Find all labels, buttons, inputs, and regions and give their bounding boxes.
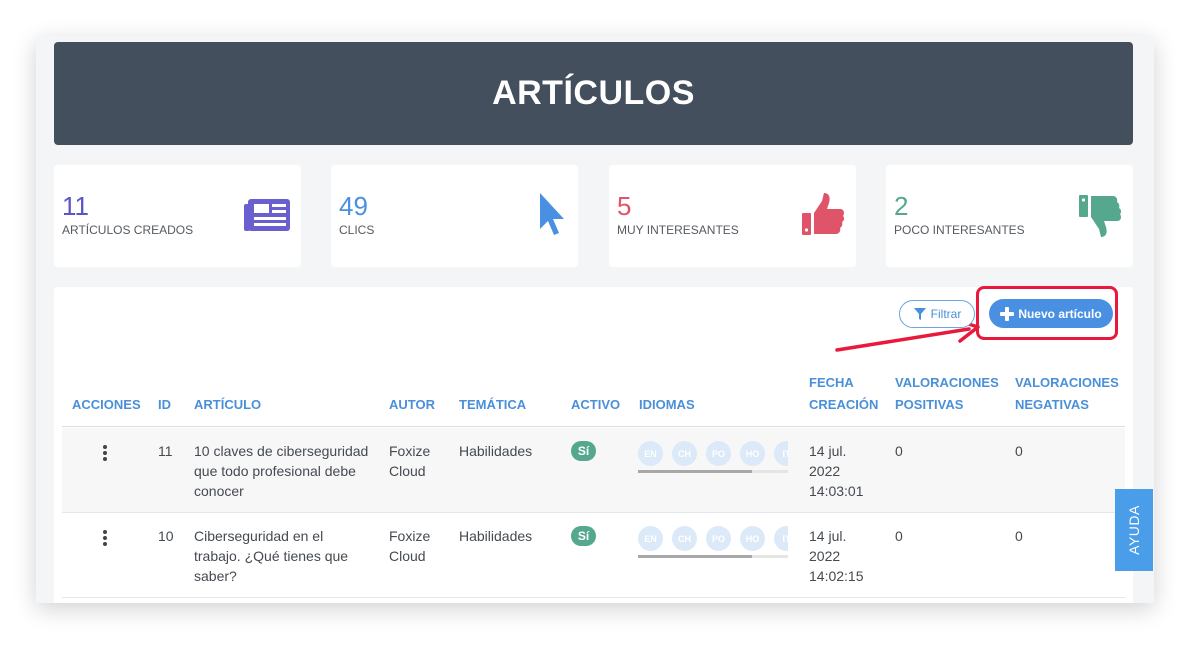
active-badge: Sí	[571, 526, 596, 546]
cell-date: 14 jul. 2022 14:02:15	[809, 526, 864, 586]
lang-badge[interactable]: CH	[672, 526, 697, 551]
stat-card-articles: 11 ARTÍCULOS CREADOS	[54, 165, 301, 267]
page-title: ARTÍCULOS	[492, 74, 695, 112]
stat-value: 49	[339, 191, 368, 221]
col-valoraciones-negativas[interactable]: VALORACIONES NEGATIVAS	[1015, 372, 1119, 416]
new-article-button-label: Nuevo artículo	[1018, 306, 1102, 321]
cell-author: Foxize Cloud	[389, 443, 431, 479]
lang-badge[interactable]: EN	[638, 526, 663, 551]
stat-card-clicks: 49 CLICS	[331, 165, 578, 267]
row-actions-menu-icon[interactable]	[103, 445, 107, 463]
filter-icon	[913, 308, 926, 320]
col-activo[interactable]: ACTIVO	[571, 394, 620, 416]
col-vpos-line1: VALORACIONES	[895, 375, 999, 390]
cursor-icon	[540, 193, 564, 235]
articles-panel: Filtrar Nuevo artículo ACCIONES ID ARTÍC…	[54, 286, 1133, 603]
table-header: ACCIONES ID ARTÍCULO AUTOR TEMÁTICA ACTI…	[62, 367, 1125, 427]
lang-badge[interactable]: HO	[740, 526, 765, 551]
app-frame: ARTÍCULOS 11 ARTÍCULOS CREADOS 49 CLICS …	[36, 36, 1154, 603]
lang-badge[interactable]: CH	[672, 441, 697, 466]
lang-badge[interactable]: PO	[706, 526, 731, 551]
col-idiomas[interactable]: IDIOMAS	[639, 394, 695, 416]
plus-icon	[1000, 306, 1015, 321]
cell-date-line3: 14:02:15	[809, 568, 864, 584]
cell-positive: 0	[895, 528, 903, 544]
col-fecha-line2: CREACIÓN	[809, 397, 879, 412]
thumbs-up-icon	[802, 193, 845, 235]
cell-title[interactable]: Ciberseguridad en el trabajo. ¿Qué tiene…	[194, 526, 372, 586]
cell-date-line1: 14 jul.	[809, 528, 847, 544]
page-header: ARTÍCULOS	[54, 42, 1133, 145]
lang-badge[interactable]: EN	[638, 441, 663, 466]
lang-badge[interactable]: IT	[774, 441, 788, 466]
help-tab[interactable]: AYUDA	[1115, 489, 1153, 571]
languages-list[interactable]: EN CH PO HO IT	[638, 441, 788, 475]
table-row: 10 Ciberseguridad en el trabajo. ¿Qué ti…	[62, 513, 1125, 598]
stat-card-little-interesting: 2 POCO INTERESANTES	[886, 165, 1133, 267]
col-fecha-line1: FECHA	[809, 375, 854, 390]
lang-scrollbar-thumb[interactable]	[638, 470, 752, 473]
table-row: 11 10 claves de ciberseguridad que todo …	[62, 428, 1125, 513]
col-acciones[interactable]: ACCIONES	[72, 394, 141, 416]
cell-date-line3: 14:03:01	[809, 483, 864, 499]
stat-value: 11	[62, 191, 89, 221]
cell-negative: 0	[1015, 443, 1023, 459]
newspaper-icon	[244, 199, 290, 231]
languages-list[interactable]: EN CH PO HO IT	[638, 526, 788, 560]
col-vneg-line2: NEGATIVAS	[1015, 397, 1089, 412]
cell-title[interactable]: 10 claves de ciberseguridad que todo pro…	[194, 441, 372, 501]
stat-label: CLICS	[339, 223, 375, 237]
cell-positive: 0	[895, 443, 903, 459]
cell-topic: Habilidades	[459, 443, 533, 459]
active-badge: Sí	[571, 441, 596, 461]
cell-date-line2: 2022	[809, 548, 841, 564]
cell-id: 10	[158, 528, 174, 544]
col-articulo[interactable]: ARTÍCULO	[194, 394, 261, 416]
col-fecha-creacion[interactable]: FECHA CREACIÓN	[809, 372, 878, 416]
filter-button-label: Filtrar	[930, 307, 962, 321]
filter-button[interactable]: Filtrar	[899, 300, 975, 328]
lang-badge[interactable]: HO	[740, 441, 765, 466]
new-article-button[interactable]: Nuevo artículo	[989, 299, 1113, 328]
stat-value: 2	[894, 191, 909, 221]
cell-date-line2: 2022	[809, 463, 841, 479]
cell-topic: Habilidades	[459, 528, 533, 544]
cell-id: 11	[158, 443, 173, 459]
col-vpos-line2: POSITIVAS	[895, 397, 964, 412]
col-id[interactable]: ID	[158, 394, 171, 416]
cell-date-line1: 14 jul.	[809, 443, 847, 459]
lang-scrollbar-thumb[interactable]	[638, 555, 752, 558]
lang-badge[interactable]: PO	[706, 441, 731, 466]
col-vneg-line1: VALORACIONES	[1015, 375, 1119, 390]
lang-badge[interactable]: IT	[774, 526, 788, 551]
stat-value: 5	[617, 191, 632, 221]
thumbs-down-icon	[1079, 195, 1122, 237]
row-actions-menu-icon[interactable]	[103, 530, 107, 548]
stat-card-very-interesting: 5 MUY INTERESANTES	[609, 165, 856, 267]
col-valoraciones-positivas[interactable]: VALORACIONES POSITIVAS	[895, 372, 999, 416]
cell-negative: 0	[1015, 528, 1023, 544]
col-tematica[interactable]: TEMÁTICA	[459, 394, 526, 416]
cell-date: 14 jul. 2022 14:03:01	[809, 441, 864, 501]
stat-label: POCO INTERESANTES	[894, 223, 1025, 237]
stat-label: MUY INTERESANTES	[617, 223, 739, 237]
help-tab-label: AYUDA	[1126, 505, 1143, 555]
cell-author: Foxize Cloud	[389, 528, 431, 564]
col-autor[interactable]: AUTOR	[389, 394, 435, 416]
stat-label: ARTÍCULOS CREADOS	[62, 223, 194, 237]
